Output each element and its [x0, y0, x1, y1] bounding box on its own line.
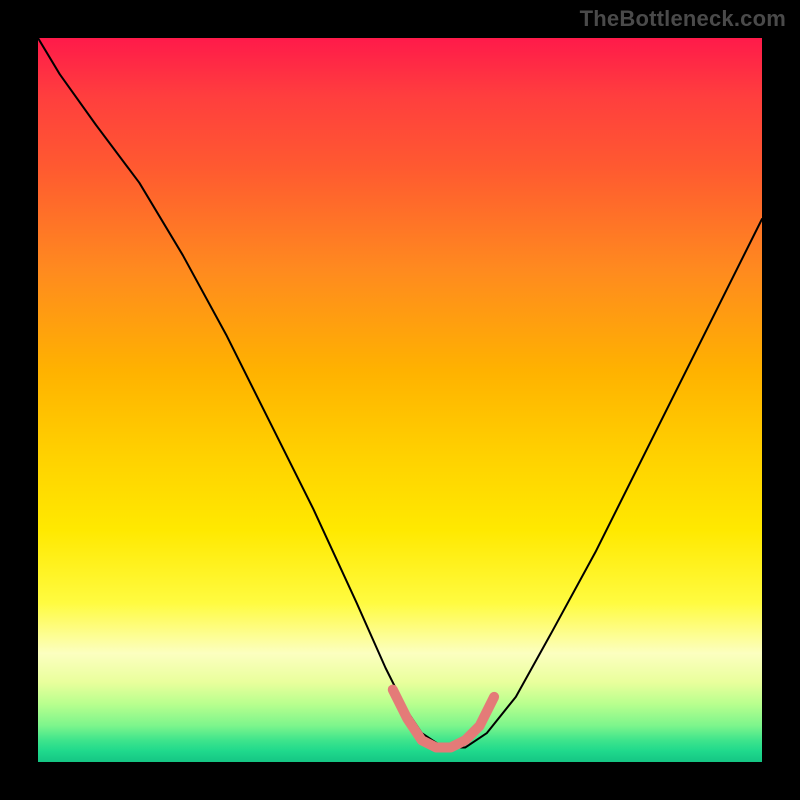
- chart-frame: TheBottleneck.com: [0, 0, 800, 800]
- plot-area: [38, 38, 762, 762]
- chart-svg: [38, 38, 762, 762]
- bottleneck-curve: [38, 38, 762, 748]
- watermark-label: TheBottleneck.com: [580, 6, 786, 32]
